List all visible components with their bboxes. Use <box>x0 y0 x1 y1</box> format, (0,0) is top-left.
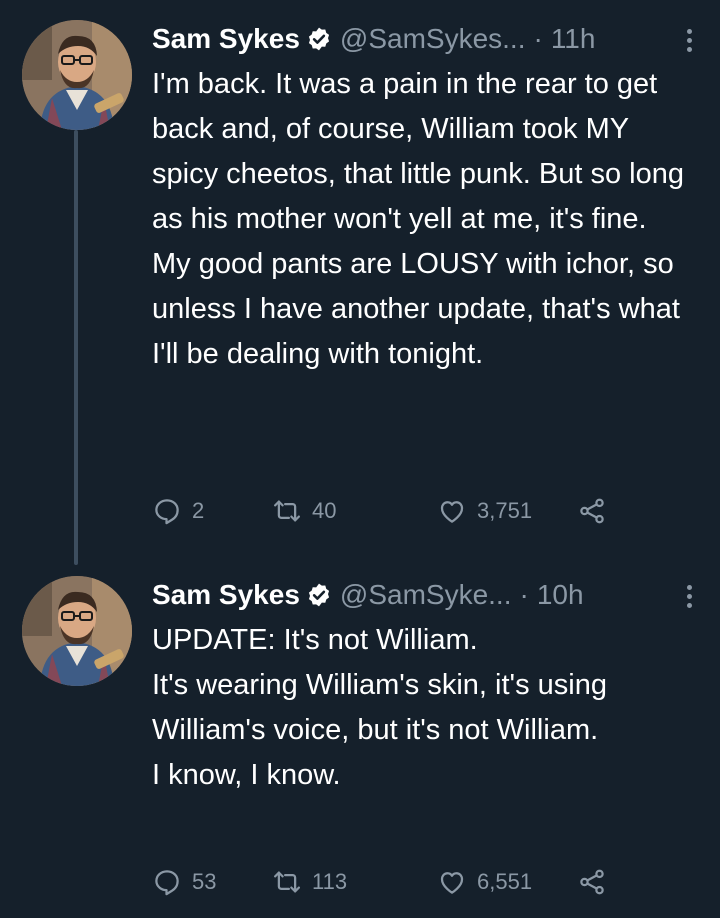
tweet-paragraph: My good pants are LOUSY with ichor, so u… <box>152 248 680 370</box>
header-separator: · <box>533 23 543 54</box>
tweet-paragraph: I'm back. It was a pain in the rear to g… <box>152 68 684 235</box>
more-vertical-icon[interactable] <box>681 27 692 52</box>
reply-count: 53 <box>192 869 217 894</box>
tweet-timestamp[interactable]: 10h <box>537 579 584 611</box>
tweet-timestamp[interactable]: 11h <box>551 23 596 55</box>
share-button[interactable] <box>577 496 607 526</box>
retweet-icon <box>274 871 300 893</box>
tweet[interactable]: Sam Sykes @SamSyke... · 10h UPDATE: It's… <box>0 560 720 918</box>
more-vertical-icon[interactable] <box>681 583 692 608</box>
tweet-text: UPDATE: It's not William. It's wearing W… <box>152 618 702 798</box>
share-button[interactable] <box>577 867 607 897</box>
like-count: 3,751 <box>477 498 533 523</box>
like-button[interactable]: 6,551 <box>437 867 577 897</box>
retweet-count: 40 <box>312 498 337 523</box>
tweet-paragraph: It's wearing William's skin, it's using … <box>152 669 607 746</box>
like-button[interactable]: 3,751 <box>437 496 577 526</box>
tweet-paragraph: I know, I know. <box>152 759 341 791</box>
tweet-actions: 2 40 3,751 <box>152 491 622 531</box>
retweet-button[interactable]: 40 <box>272 496 437 526</box>
avatar[interactable] <box>22 20 132 130</box>
reply-button[interactable]: 53 <box>152 867 272 897</box>
share-icon <box>580 869 604 895</box>
avatar[interactable] <box>22 576 132 686</box>
reply-count: 2 <box>192 498 205 523</box>
reply-icon <box>155 870 179 896</box>
author-handle[interactable]: @SamSykes... <box>340 23 526 55</box>
reply-button[interactable]: 2 <box>152 496 272 526</box>
tweet-paragraph: UPDATE: It's not William. <box>152 624 478 656</box>
heart-icon <box>440 872 464 894</box>
header-separator: · <box>519 579 529 610</box>
tweet[interactable]: Sam Sykes @SamSykes... · 11h I'm back. I… <box>0 0 720 560</box>
reply-icon <box>155 499 179 525</box>
share-icon <box>580 498 604 524</box>
like-count: 6,551 <box>477 869 533 894</box>
verified-badge-icon <box>306 582 332 608</box>
tweet-header: Sam Sykes @SamSyke... · 10h <box>152 576 692 614</box>
author-name[interactable]: Sam Sykes <box>152 579 300 611</box>
author-handle[interactable]: @SamSyke... <box>340 579 512 611</box>
retweet-button[interactable]: 113 <box>272 867 437 897</box>
tweet-header: Sam Sykes @SamSykes... · 11h <box>152 20 692 58</box>
heart-icon <box>440 501 464 523</box>
tweet-text: I'm back. It was a pain in the rear to g… <box>152 62 702 377</box>
tweet-actions: 53 113 6,551 <box>152 862 622 902</box>
retweet-count: 113 <box>312 869 348 894</box>
author-name[interactable]: Sam Sykes <box>152 23 300 55</box>
tweet-thread: Sam Sykes @SamSykes... · 11h I'm back. I… <box>0 0 720 918</box>
retweet-icon <box>274 500 300 522</box>
verified-badge-icon <box>306 26 332 52</box>
